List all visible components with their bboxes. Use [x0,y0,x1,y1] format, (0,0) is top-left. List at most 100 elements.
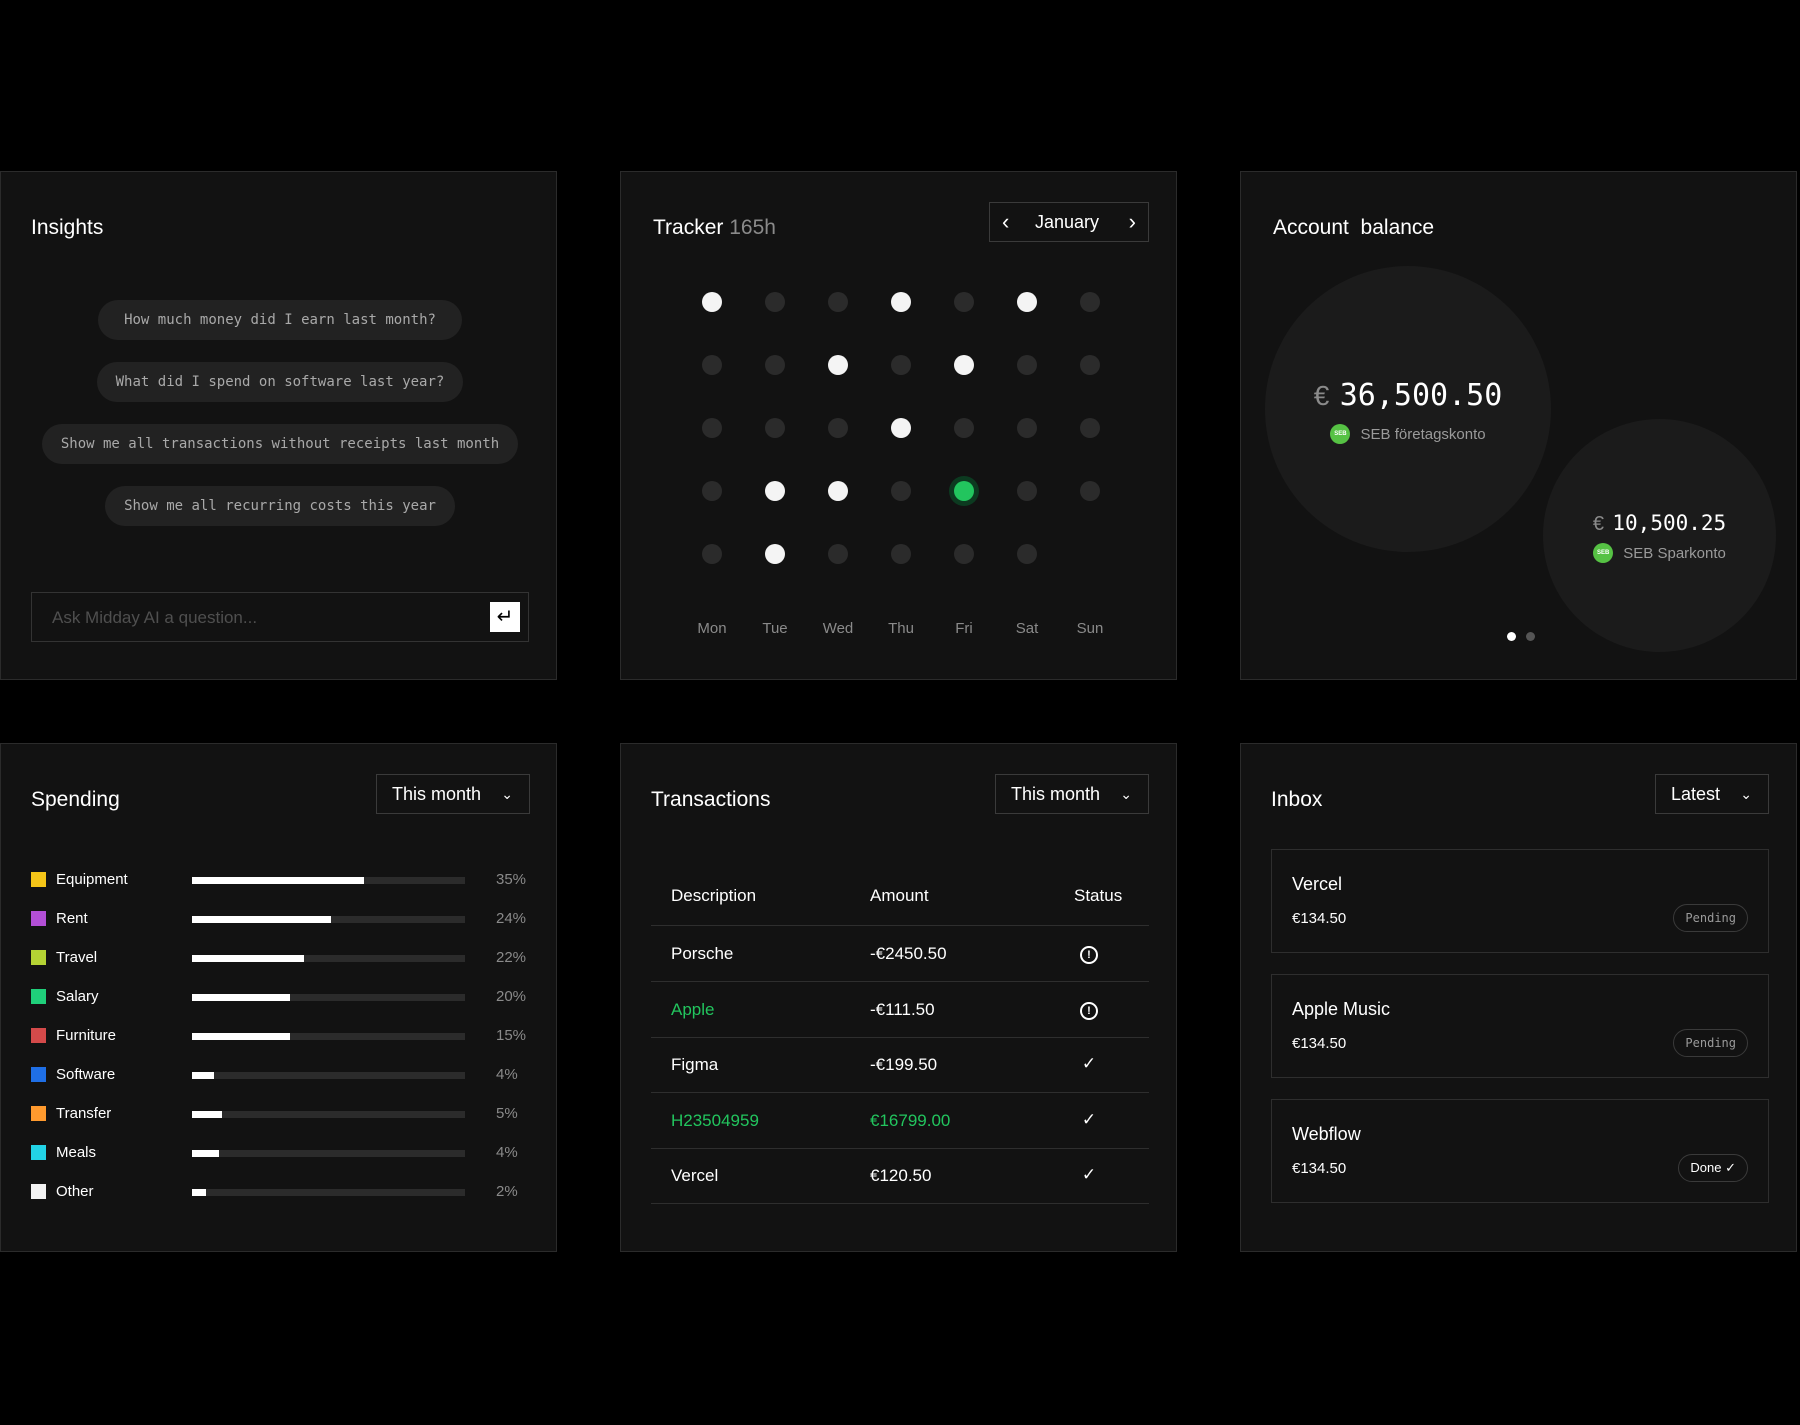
insights-card: Insights How much money did I earn last … [0,171,557,680]
tracker-day-dot[interactable] [891,481,911,501]
spending-row[interactable]: Other 2% [31,1182,531,1202]
table-row[interactable]: Vercel €120.50 ✓ [621,1148,1178,1204]
tracker-day-dot[interactable] [702,481,722,501]
account-bubble[interactable]: € 10,500.25 SEB SEB Sparkonto [1543,419,1776,652]
spending-period-dropdown[interactable]: This month ⌄ [376,774,530,814]
insight-question-chip[interactable]: Show me all recurring costs this year [105,486,455,526]
check-icon: ✓ [1081,1165,1097,1184]
tracker-day-dot[interactable] [702,292,722,312]
tracker-day-dot[interactable] [1080,481,1100,501]
account-name-row: SEB SEB företagskonto [1265,424,1551,444]
check-icon: ✓ [1081,1054,1097,1073]
tracker-day-dot[interactable] [765,418,785,438]
tracker-day-dot[interactable] [1080,418,1100,438]
inbox-sort-dropdown[interactable]: Latest ⌄ [1655,774,1769,814]
category-label: Equipment [56,871,128,888]
chevron-right-icon[interactable]: › [1129,209,1136,235]
transaction-status[interactable]: ✓ [1079,1054,1099,1074]
column-header-description[interactable]: Description [671,886,756,906]
category-color-swatch [31,950,46,965]
tracker-day-dot[interactable] [1017,355,1037,375]
chevron-down-icon: ⌄ [501,786,513,802]
table-row[interactable]: Apple -€111.50! [621,982,1178,1038]
tracker-day-dot[interactable] [954,544,974,564]
transaction-status[interactable]: ! [1079,943,1099,964]
transaction-amount: -€199.50 [870,1055,938,1074]
progress-track [192,1111,465,1118]
spending-row[interactable]: Travel 22% [31,948,531,968]
inbox-item[interactable]: Apple Music €134.50 Pending [1271,974,1769,1078]
alert-circle-icon: ! [1080,1001,1098,1020]
tracker-day-dot-today[interactable] [954,481,974,501]
tracker-day-dot[interactable] [765,481,785,501]
insight-question-chip[interactable]: Show me all transactions without receipt… [42,424,518,464]
ask-ai-input[interactable] [50,593,474,643]
transaction-status[interactable]: ✓ [1079,1110,1099,1130]
account-name: SEB Sparkonto [1623,544,1726,562]
table-row[interactable]: Porsche -€2450.50! [621,926,1178,982]
tracker-day-dot[interactable] [828,481,848,501]
transaction-description: H23504959 [671,1110,759,1130]
tracker-day-dot[interactable] [891,355,911,375]
tracker-day-dot[interactable] [954,418,974,438]
tracker-day-dot[interactable] [702,544,722,564]
spending-row[interactable]: Salary 20% [31,987,531,1007]
tracker-day-dot[interactable] [828,355,848,375]
account-amount-row: € 10,500.25 [1543,511,1776,536]
pager-dot[interactable] [1507,632,1516,641]
tracker-day-dot[interactable] [765,292,785,312]
spending-row[interactable]: Transfer 5% [31,1104,531,1124]
spending-row[interactable]: Meals 4% [31,1143,531,1163]
transactions-period-dropdown[interactable]: This month ⌄ [995,774,1149,814]
tracker-title: Tracker [653,216,724,239]
tracker-day-dot[interactable] [954,292,974,312]
transactions-title: Transactions [651,788,771,811]
tracker-day-dot[interactable] [1017,481,1037,501]
tracker-day-dot[interactable] [702,355,722,375]
chevron-left-icon[interactable]: ‹ [1002,209,1009,235]
spending-row[interactable]: Rent 24% [31,909,531,929]
tracker-day-dot[interactable] [828,418,848,438]
account-amount: 10,500.25 [1612,511,1727,535]
table-row[interactable]: H23504959 €16799.00 ✓ [621,1093,1178,1149]
transaction-status[interactable]: ! [1079,999,1099,1020]
inbox-item[interactable]: Webflow €134.50 Done ✓ [1271,1099,1769,1203]
tracker-day-dot[interactable] [891,418,911,438]
account-amount-row: € 36,500.50 [1265,378,1551,413]
tracker-day-dot[interactable] [765,355,785,375]
tracker-day-dot[interactable] [765,544,785,564]
category-label: Furniture [56,1027,117,1044]
tracker-day-dot[interactable] [891,292,911,312]
enter-icon[interactable]: ↵ [490,602,520,632]
tracker-day-dot[interactable] [1017,292,1037,312]
transaction-status[interactable]: ✓ [1079,1165,1099,1185]
account-bubble[interactable]: € 36,500.50 SEB SEB företagskonto [1265,266,1551,552]
tracker-day-dot[interactable] [1080,292,1100,312]
category-percent: 2% [496,1183,518,1200]
transaction-description: Apple [671,999,715,1019]
table-row[interactable]: Figma -€199.50 ✓ [621,1037,1178,1093]
account-amount: 36,500.50 [1339,378,1503,413]
spending-row[interactable]: Software 4% [31,1065,531,1085]
category-color-swatch [31,1184,46,1199]
spending-row[interactable]: Equipment 35% [31,870,531,890]
account-name-row: SEB SEB Sparkonto [1543,543,1776,563]
tracker-day-dot[interactable] [828,292,848,312]
status-badge: Pending [1673,1029,1748,1057]
progress-track [192,1033,465,1040]
tracker-day-dot[interactable] [702,418,722,438]
column-header-status[interactable]: Status [1074,886,1122,906]
inbox-item[interactable]: Vercel €134.50 Pending [1271,849,1769,953]
insight-question-chip[interactable]: What did I spend on software last year? [97,362,463,402]
tracker-day-dot[interactable] [828,544,848,564]
tracker-day-dot[interactable] [891,544,911,564]
tracker-day-dot[interactable] [1080,355,1100,375]
progress-fill [192,877,364,884]
tracker-day-dot[interactable] [954,355,974,375]
spending-row[interactable]: Furniture 15% [31,1026,531,1046]
tracker-day-dot[interactable] [1017,544,1037,564]
insight-question-chip[interactable]: How much money did I earn last month? [98,300,462,340]
tracker-day-dot[interactable] [1017,418,1037,438]
column-header-amount[interactable]: Amount [870,886,929,906]
pager-dot[interactable] [1526,632,1535,641]
